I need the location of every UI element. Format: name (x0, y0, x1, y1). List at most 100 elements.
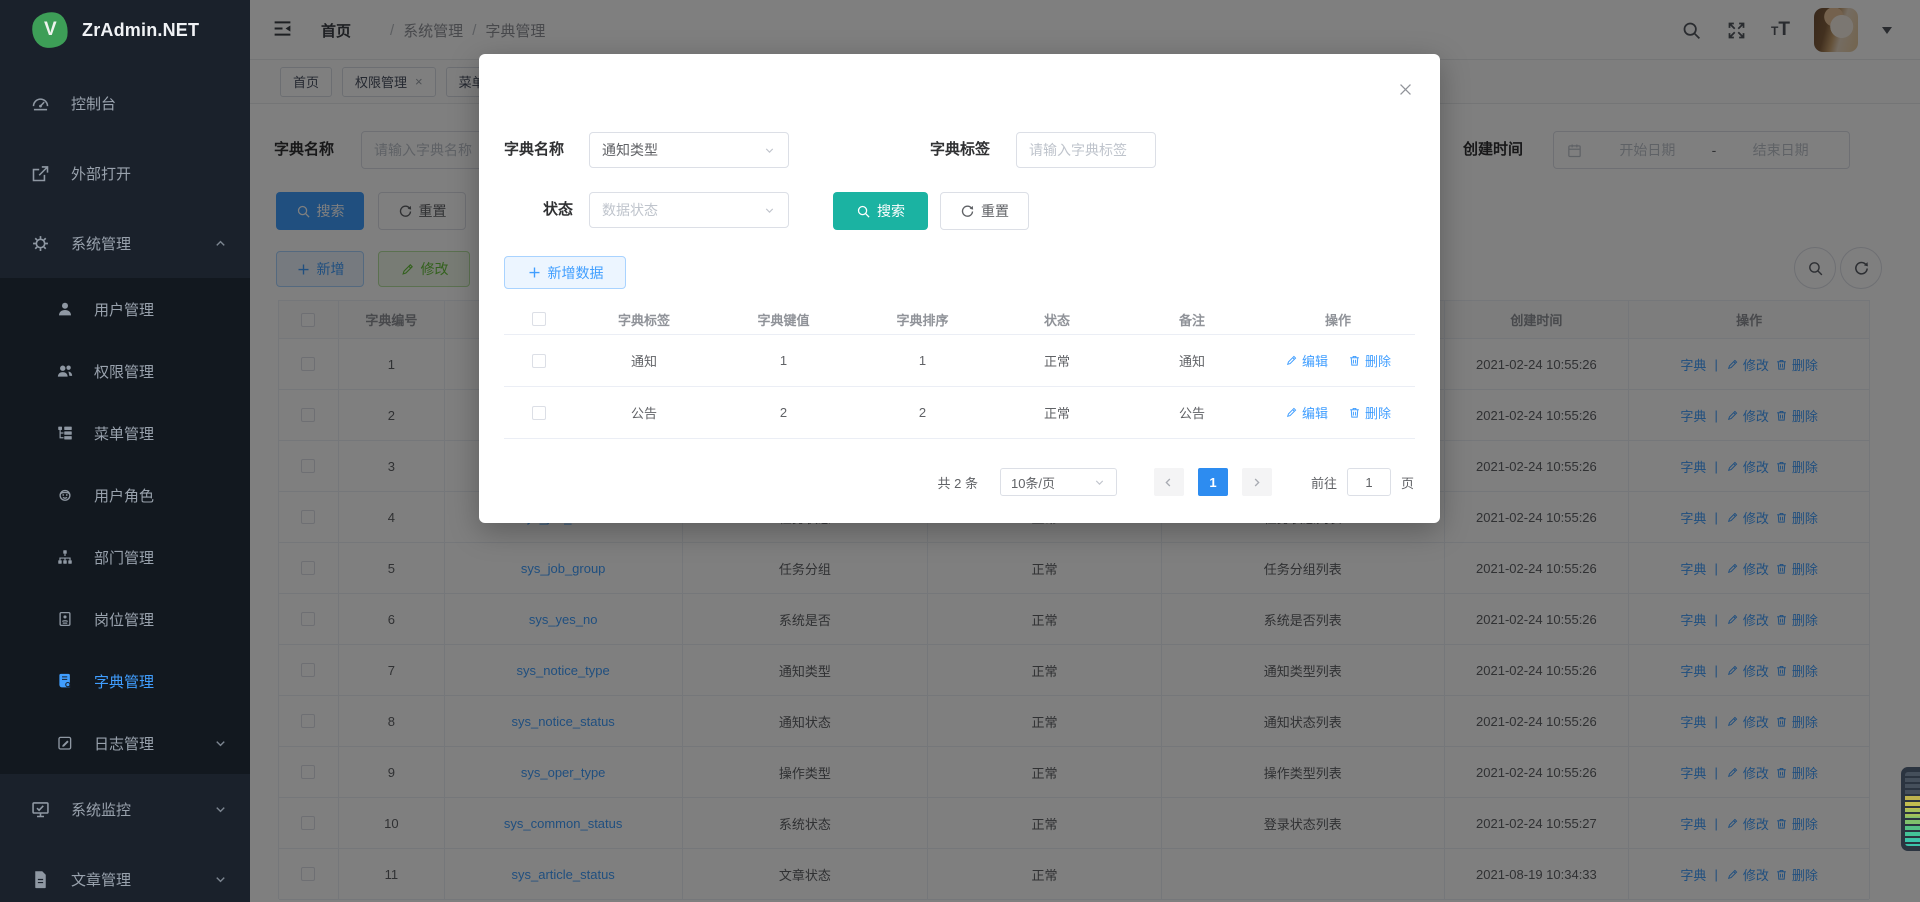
dialog-table-row: 公告 2 2 正常 公告 编辑 删除 (504, 387, 1415, 439)
pagination-page-1[interactable]: 1 (1198, 468, 1228, 496)
dialog-delete-link[interactable]: 删除 (1348, 403, 1391, 422)
dialog-table-row: 通知 1 1 正常 通知 编辑 删除 (504, 335, 1415, 387)
sidebar-item-external-open[interactable]: 外部打开 (0, 138, 250, 208)
tree-icon (56, 424, 74, 442)
pagination-goto-label: 前往 (1311, 473, 1337, 492)
pagination-next-button[interactable] (1242, 468, 1272, 496)
page-size-value: 10条/页 (1011, 473, 1055, 492)
sitemap-icon (56, 548, 74, 566)
dialog-dict-name-label: 字典名称 (504, 132, 564, 168)
book-icon (56, 672, 74, 690)
sidebar-item-dashboard[interactable]: 控制台 (0, 68, 250, 138)
sidebar-item-label: 部门管理 (94, 547, 154, 568)
dialog-pagination: 共 2 条 10条/页 1 前往 页 (938, 466, 1415, 498)
pagination-prev-button[interactable] (1154, 468, 1184, 496)
select-placeholder: 数据状态 (602, 200, 658, 220)
dialog-search-button[interactable]: 搜索 (833, 192, 928, 230)
remark-cell: 公告 (1122, 387, 1262, 438)
header-remark: 备注 (1122, 304, 1262, 334)
sidebar-item-label: 日志管理 (94, 733, 154, 754)
scroll-indicator-widget[interactable] (1901, 767, 1920, 851)
sidebar-item-user-role[interactable]: 用户角色 (0, 464, 250, 526)
select-value: 通知类型 (602, 140, 658, 160)
sidebar-item-label: 系统监控 (71, 799, 131, 820)
sidebar-item-label: 用户角色 (94, 485, 154, 506)
pagination-page-unit: 页 (1401, 473, 1414, 492)
dialog-select-all-checkbox[interactable] (532, 312, 546, 326)
dialog-close-icon[interactable] (1397, 80, 1414, 98)
dialog-search-label: 搜索 (877, 201, 905, 221)
dialog-status-select[interactable]: 数据状态 (589, 192, 789, 228)
status-cell: 正常 (992, 335, 1122, 386)
sidebar-menu: 控制台 外部打开 系统管理 用户管理 权限管理 菜单管理 (0, 60, 250, 902)
status-cell: 正常 (992, 387, 1122, 438)
page-size-select[interactable]: 10条/页 (1000, 468, 1117, 496)
monitor-icon (30, 799, 51, 820)
sidebar-item-menu-management[interactable]: 菜单管理 (0, 402, 250, 464)
ops-cell: 编辑 删除 (1262, 335, 1414, 386)
dict-sort-cell: 2 (853, 387, 992, 438)
sidebar-item-label: 权限管理 (94, 361, 154, 382)
sidebar-item-department-management[interactable]: 部门管理 (0, 526, 250, 588)
sidebar-item-user-management[interactable]: 用户管理 (0, 278, 250, 340)
chevron-down-icon (213, 736, 228, 751)
chevron-up-icon (213, 236, 228, 251)
external-link-icon (30, 163, 51, 184)
dialog-dict-label-label: 字典标签 (930, 132, 990, 168)
chevron-down-icon (213, 872, 228, 887)
dialog-dict-label-input[interactable] (1016, 132, 1156, 168)
sidebar-item-label: 文章管理 (71, 869, 131, 890)
header-status: 状态 (992, 304, 1122, 334)
sidebar-item-label: 外部打开 (71, 163, 131, 184)
app-logo: V ZrAdmin.NET (0, 0, 250, 60)
header-dict-label: 字典标签 (574, 304, 714, 334)
sidebar-item-dict-management[interactable]: 字典管理 (0, 650, 250, 712)
dialog-table-header: 字典标签 字典键值 字典排序 状态 备注 操作 (504, 304, 1415, 335)
dialog-edit-link[interactable]: 编辑 (1285, 403, 1328, 422)
header-dict-value: 字典键值 (714, 304, 853, 334)
dict-data-dialog: 字典名称 通知类型 字典标签 状态 数据状态 搜索 重置 新增数据 字典标签 字… (479, 54, 1440, 523)
dict-sort-cell: 1 (853, 335, 992, 386)
badge-icon (56, 610, 74, 628)
sidebar-item-label: 控制台 (71, 93, 116, 114)
remark-cell: 通知 (1122, 335, 1262, 386)
dialog-delete-link[interactable]: 删除 (1348, 351, 1391, 370)
user-icon (56, 300, 74, 318)
logo-icon: V (30, 10, 71, 51)
dialog-add-data-button[interactable]: 新增数据 (504, 256, 626, 289)
document-icon (30, 869, 51, 890)
sidebar-item-post-management[interactable]: 岗位管理 (0, 588, 250, 650)
sidebar-submenu-system: 用户管理 权限管理 菜单管理 用户角色 部门管理 岗位管理 (0, 278, 250, 774)
sidebar-item-label: 用户管理 (94, 299, 154, 320)
chevron-down-icon (763, 204, 776, 217)
chevron-down-icon (1093, 476, 1106, 489)
header-ops: 操作 (1262, 304, 1414, 334)
dialog-row-checkbox[interactable] (532, 354, 546, 368)
sidebar: V ZrAdmin.NET 控制台 外部打开 系统管理 用户管理 权限管理 (0, 0, 250, 902)
app-title: ZrAdmin.NET (82, 20, 199, 41)
sidebar-item-label: 菜单管理 (94, 423, 154, 444)
log-icon (56, 734, 74, 752)
sidebar-item-system-monitor[interactable]: 系统监控 (0, 774, 250, 844)
header-dict-sort: 字典排序 (853, 304, 992, 334)
sidebar-item-permission-management[interactable]: 权限管理 (0, 340, 250, 402)
dict-value-cell: 2 (714, 387, 853, 438)
chevron-down-icon (763, 144, 776, 157)
ops-cell: 编辑 删除 (1262, 387, 1414, 438)
dict-value-cell: 1 (714, 335, 853, 386)
pagination-goto-input[interactable] (1347, 468, 1391, 496)
dict-label-cell: 公告 (574, 387, 714, 438)
dialog-add-data-label: 新增数据 (548, 263, 604, 283)
dict-label-cell: 通知 (574, 335, 714, 386)
users-icon (56, 362, 74, 380)
gauge-icon (30, 93, 51, 114)
sidebar-item-log-management[interactable]: 日志管理 (0, 712, 250, 774)
sidebar-item-label: 岗位管理 (94, 609, 154, 630)
dialog-reset-button[interactable]: 重置 (940, 192, 1029, 230)
sidebar-item-article-management[interactable]: 文章管理 (0, 844, 250, 902)
dialog-edit-link[interactable]: 编辑 (1285, 351, 1328, 370)
dialog-dict-name-select[interactable]: 通知类型 (589, 132, 789, 168)
dialog-row-checkbox[interactable] (532, 406, 546, 420)
sidebar-item-system-management[interactable]: 系统管理 (0, 208, 250, 278)
pagination-total: 共 2 条 (938, 473, 978, 492)
